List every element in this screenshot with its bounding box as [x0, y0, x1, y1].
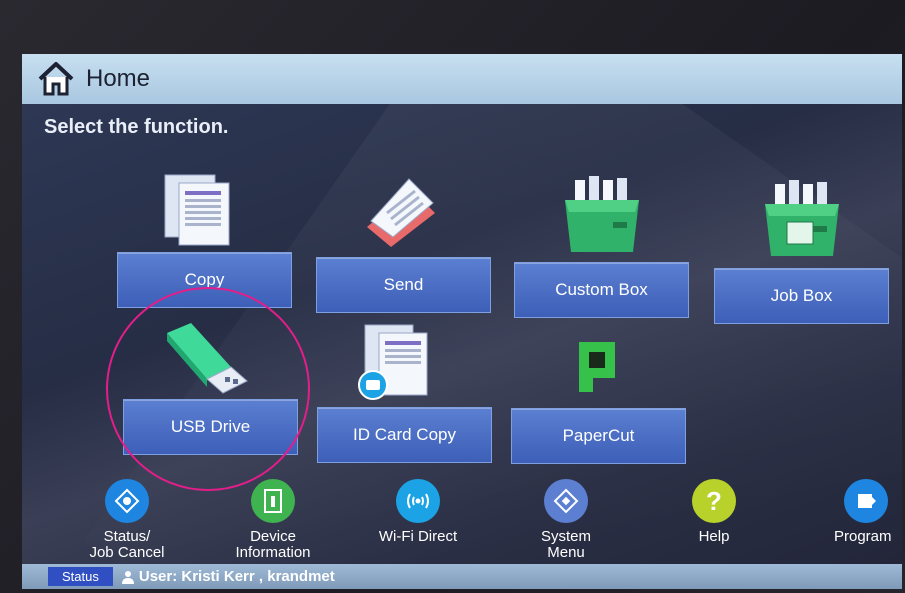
nav-status-job-cancel[interactable]: Status/ Job Cancel	[77, 479, 177, 561]
id-card-copy-icon	[358, 324, 428, 400]
job-box-icon	[765, 180, 839, 256]
printer-screen: Home Select the function. Copy Send Cust…	[22, 54, 902, 589]
device-info-icon	[251, 479, 295, 523]
nav-label-line1: Device	[250, 528, 296, 545]
page-title: Home	[86, 65, 151, 92]
help-icon: ?	[692, 479, 736, 523]
tile-job-box[interactable]: Job Box	[714, 176, 889, 326]
send-icon	[367, 178, 435, 247]
nav-program[interactable]: Program	[822, 479, 902, 545]
program-icon	[844, 479, 888, 523]
custom-box-icon	[565, 176, 639, 252]
papercut-button[interactable]: PaperCut	[511, 408, 686, 464]
copy-icon	[164, 174, 230, 246]
nav-label-line2: Job Cancel	[89, 544, 165, 561]
user-info: User: Kristi Kerr , krandmet	[121, 568, 335, 585]
id-card-copy-button[interactable]: ID Card Copy	[317, 407, 492, 463]
status-chip[interactable]: Status	[48, 567, 113, 586]
highlight-circle	[106, 287, 310, 491]
nav-label-line1: Status/	[103, 528, 151, 545]
header-bar: Home	[22, 54, 902, 104]
nav-system-menu[interactable]: System Menu	[516, 479, 616, 561]
custom-box-button[interactable]: Custom Box	[514, 262, 689, 318]
nav-label-line1: Wi-Fi Direct	[378, 528, 458, 545]
nav-help[interactable]: ? Help	[672, 479, 756, 545]
tile-send[interactable]: Send	[316, 169, 491, 314]
tile-papercut[interactable]: PaperCut	[511, 338, 686, 478]
nav-wifi-direct[interactable]: Wi-Fi Direct	[358, 479, 478, 545]
tile-custom-box[interactable]: Custom Box	[514, 172, 689, 318]
user-text: User: Kristi Kerr , krandmet	[138, 568, 335, 585]
home-icon[interactable]	[36, 59, 76, 99]
status-bar: Status User: Kristi Kerr , krandmet	[22, 564, 902, 589]
nav-label-line1: Program	[834, 528, 892, 545]
nav-label-line1: Help	[698, 528, 730, 545]
nav-label-line1: System	[540, 528, 591, 545]
nav-label-line2: Menu	[547, 544, 585, 561]
tile-id-card-copy[interactable]: ID Card Copy	[317, 321, 492, 471]
printer-bezel: Home Select the function. Copy Send Cust…	[0, 0, 905, 593]
job-box-button[interactable]: Job Box	[714, 268, 889, 324]
user-icon	[121, 570, 134, 584]
status-icon	[105, 479, 149, 523]
papercut-icon	[579, 342, 615, 392]
system-menu-icon	[544, 479, 588, 523]
wifi-direct-icon	[396, 479, 440, 523]
nav-device-information[interactable]: Device Information	[218, 479, 328, 561]
send-button[interactable]: Send	[316, 257, 491, 313]
screen-subtitle: Select the function.	[44, 116, 229, 138]
nav-label-line2: Information	[235, 544, 311, 561]
